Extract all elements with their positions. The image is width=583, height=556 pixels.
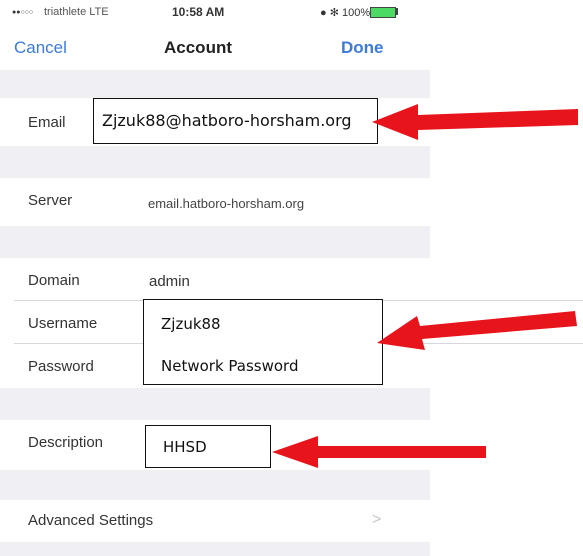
advanced-settings-label: Advanced Settings <box>28 512 154 529</box>
chevron-right-icon: > <box>372 511 382 528</box>
email-field[interactable]: Zjzuk88@hatboro-horsham.org <box>93 98 378 144</box>
arrow-credentials-icon <box>377 311 577 350</box>
group-separator <box>0 388 430 420</box>
email-value: Zjzuk88@hatboro-horsham.org <box>102 111 352 130</box>
username-label: Username <box>28 315 98 332</box>
status-bar: ●●○○○ triathlete LTE 10:58 AM ● ✻ 100% <box>0 0 430 24</box>
server-value: email.hatboro-horsham.org <box>148 196 305 211</box>
group-separator <box>0 146 430 178</box>
status-time: 10:58 AM <box>172 5 225 19</box>
server-label: Server <box>28 192 73 209</box>
server-row[interactable]: Server email.hatboro-horsham.org <box>0 178 430 226</box>
nav-bar: Cancel Account Done <box>0 26 430 70</box>
cancel-button[interactable]: Cancel <box>14 38 67 58</box>
battery-icon <box>370 7 396 18</box>
arrow-email-icon <box>372 104 578 140</box>
battery-tip-icon <box>396 8 398 15</box>
battery-percent: ● ✻ 100% <box>320 7 371 19</box>
domain-value: admin <box>149 273 190 290</box>
advanced-settings-row[interactable]: Advanced Settings > <box>0 500 430 542</box>
group-separator <box>0 542 430 556</box>
credentials-field[interactable]: Zjzuk88 Network Password <box>143 299 383 385</box>
domain-row[interactable]: Domain admin <box>0 258 430 300</box>
group-separator <box>0 226 430 258</box>
group-separator <box>0 70 430 98</box>
page-title: Account <box>164 38 232 57</box>
username-value[interactable]: Zjzuk88 <box>161 315 221 333</box>
group-separator <box>0 470 430 500</box>
arrow-description-icon <box>272 436 486 468</box>
description-value: HHSD <box>163 438 207 456</box>
signal-icon: ●●○○○ <box>12 9 34 16</box>
email-label: Email <box>28 114 66 131</box>
description-label: Description <box>28 434 104 451</box>
description-field[interactable]: HHSD <box>145 425 271 468</box>
domain-label: Domain <box>28 272 80 289</box>
done-button[interactable]: Done <box>341 38 384 58</box>
carrier-label: triathlete LTE <box>44 6 109 18</box>
password-label: Password <box>28 358 94 375</box>
password-value[interactable]: Network Password <box>161 357 298 375</box>
